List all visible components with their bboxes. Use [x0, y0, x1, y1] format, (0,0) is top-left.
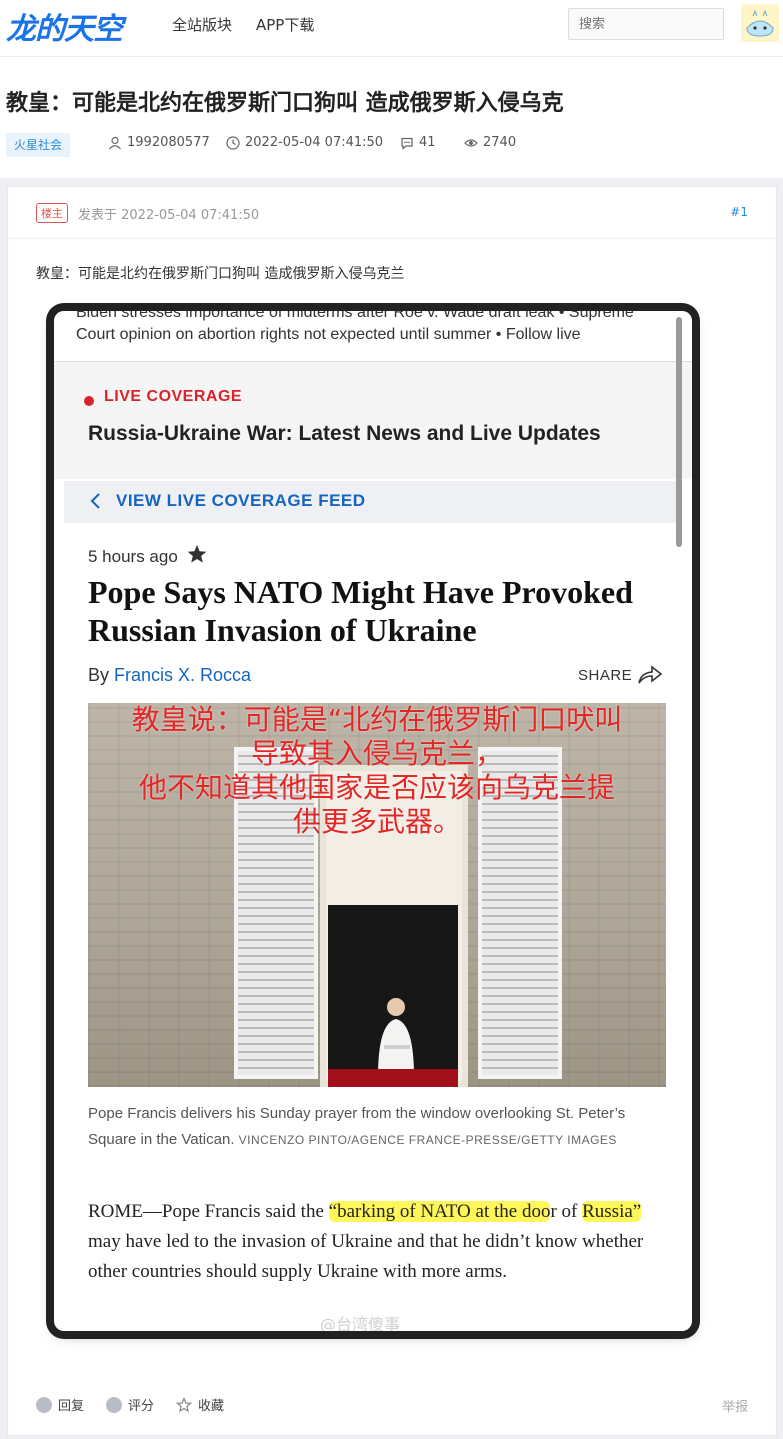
view-count: 2740 [483, 135, 517, 150]
live-dot-icon [84, 396, 94, 406]
rate-label: 评分 [128, 1399, 155, 1414]
live-coverage-label: LIVE COVERAGE [104, 388, 243, 405]
star-icon [187, 545, 207, 563]
post-text: 教皇：可能是北约在俄罗斯门口狗叫 造成俄罗斯入侵乌克兰 [36, 266, 405, 282]
avatar-icon [746, 9, 774, 37]
ticker-line-2: Court opinion on abortion rights not exp… [76, 326, 581, 343]
embedded-screenshot[interactable]: Biden stresses importance of midterms af… [54, 311, 692, 1331]
post-datetime: 2022-05-04 07:41:50 [245, 135, 384, 150]
eye-icon [464, 138, 478, 147]
user-icon [109, 136, 121, 149]
body-post: may have led to the invasion of Ukraine … [88, 1231, 644, 1282]
news-ticker: Biden stresses importance of midterms af… [54, 311, 692, 361]
report-link[interactable]: 举报 [722, 1396, 748, 1415]
nav-all-boards[interactable]: 全站版块 [172, 14, 232, 35]
overlay-line-4: 供更多武器。 [292, 805, 461, 838]
views-meta: 2740 [464, 135, 516, 150]
post-card: 楼主 发表于 2022-05-04 07:41:50 #1 教皇：可能是北约在俄… [7, 186, 777, 1436]
nav-app-download[interactable]: APP下载 [256, 14, 314, 35]
body-pre: ROME—Pope Francis said the [88, 1201, 329, 1222]
replies-meta: 41 [400, 135, 436, 150]
highlight-quote-2: Russia” [582, 1201, 642, 1222]
overlay-line-3: 他不知道其他国家是否应该向乌克兰提 [138, 771, 615, 804]
overlay-line-1: 教皇说：可能是“北约在俄罗斯门口吠叫 [131, 703, 623, 736]
author-meta[interactable]: 1992080577 [108, 135, 210, 150]
photo-caption: Pope Francis delivers his Sunday prayer … [88, 1101, 658, 1153]
rate-icon [106, 1396, 123, 1413]
reply-icon [36, 1396, 52, 1413]
overlay-line-2: 导致其入侵乌克兰， [250, 737, 503, 770]
article-time: 5 hours ago [88, 547, 178, 566]
byline-prefix: By [88, 665, 115, 685]
avatar[interactable] [741, 4, 779, 42]
floor-number[interactable]: #1 [730, 205, 748, 219]
body-mid: r of [550, 1201, 583, 1222]
reply-label: 回复 [58, 1399, 85, 1414]
favorite-label: 收藏 [198, 1399, 225, 1414]
scrollbar[interactable] [676, 317, 682, 547]
ticker-line-1: Biden stresses importance of midterms af… [76, 311, 634, 321]
clock-icon [226, 135, 240, 150]
article-headline: Pope Says NATO Might Have Provoked Russi… [88, 574, 633, 648]
weibo-watermark: @台湾傻事 [320, 1315, 401, 1331]
thread-header: 教皇：可能是北约在俄罗斯门口狗叫 造成俄罗斯入侵乌克 火星社会 19920805… [0, 56, 783, 178]
author-name[interactable]: 1992080577 [127, 135, 210, 150]
red-chinese-overlay: 教皇说：可能是“北约在俄罗斯门口吠叫 导致其入侵乌克兰， 他不知道其他国家是否应… [88, 703, 666, 839]
search-input[interactable] [568, 8, 724, 40]
post-header: 楼主 发表于 2022-05-04 07:41:50 #1 [8, 187, 776, 239]
live-coverage-headline: Russia-Ukraine War: Latest News and Live… [88, 422, 601, 445]
red-drape [328, 1069, 458, 1087]
byline-author: Francis X. Rocca [114, 665, 252, 685]
datetime-meta: 2022-05-04 07:41:50 [226, 135, 383, 150]
board-tag[interactable]: 火星社会 [6, 133, 71, 157]
owner-badge: 楼主 [36, 203, 68, 223]
posted-time: 发表于 2022-05-04 07:41:50 [78, 208, 260, 223]
article-body: ROME—Pope Francis said the “barking of N… [88, 1197, 658, 1287]
favorite-button[interactable]: 收藏 [176, 1395, 224, 1414]
byline: By Francis X. Rocca [88, 665, 251, 686]
post-actions: 回复 评分 收藏 [36, 1395, 224, 1414]
highlight-quote-1: “barking of NATO at the doo [328, 1201, 551, 1222]
share-label: SHARE [578, 667, 633, 684]
chevron-left-icon [90, 493, 100, 509]
share-icon [638, 665, 663, 684]
top-nav: 龙的天空 全站版块 APP下载 [0, 0, 783, 56]
comment-icon [401, 137, 413, 150]
site-logo[interactable]: 龙的天空 [6, 4, 123, 48]
star-outline-icon [176, 1396, 193, 1412]
photo-credit: VINCENZO PINTO/AGENCE FRANCE-PRESSE/GETT… [238, 1133, 617, 1147]
reply-button[interactable]: 回复 [36, 1395, 84, 1414]
view-live-feed-link: VIEW LIVE COVERAGE FEED [116, 491, 366, 510]
pope-figure [378, 998, 414, 1077]
thread-title: 教皇：可能是北约在俄罗斯门口狗叫 造成俄罗斯入侵乌克 [6, 91, 564, 116]
live-feed-bar: VIEW LIVE COVERAGE FEED [64, 481, 682, 523]
article-photo: 教皇说：可能是“北约在俄罗斯门口吠叫 导致其入侵乌克兰， 他不知道其他国家是否应… [88, 703, 666, 1087]
rate-button[interactable]: 评分 [106, 1395, 154, 1414]
reply-count: 41 [419, 135, 436, 150]
live-coverage-box: LIVE COVERAGE Russia-Ukraine War: Latest… [54, 361, 692, 479]
